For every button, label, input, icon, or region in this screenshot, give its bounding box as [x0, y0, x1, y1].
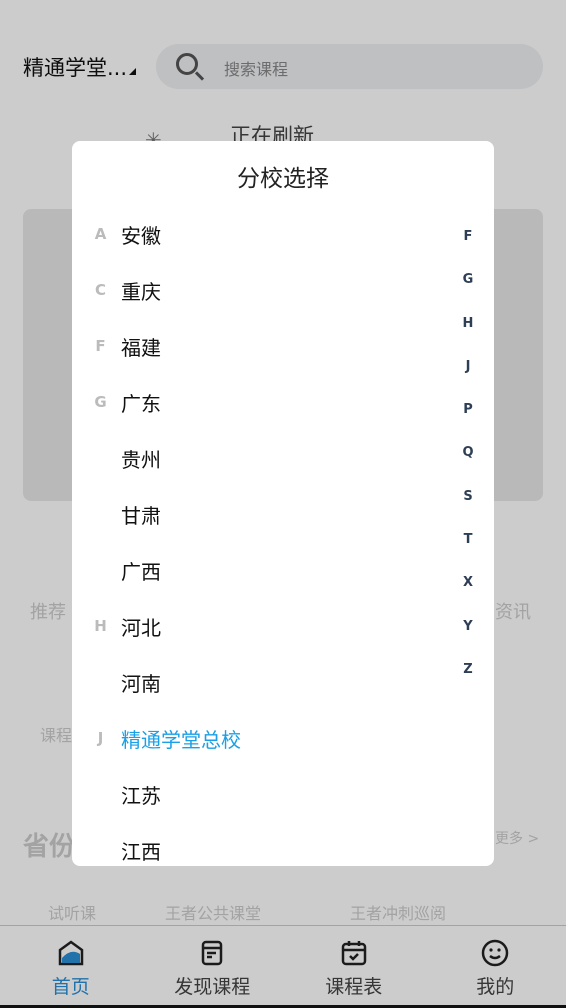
- branch-name: 福建: [121, 335, 161, 360]
- branch-name: 广东: [121, 391, 161, 416]
- index-letter[interactable]: T: [458, 532, 478, 575]
- branch-item[interactable]: G 广东: [72, 374, 432, 430]
- branch-item[interactable]: 江西: [72, 822, 432, 866]
- branch-list[interactable]: A 安徽 C 重庆 F 福建 G 广东贵州甘肃广西 H 河北河南 J 精通学堂总校 江苏江西: [72, 206, 432, 866]
- group-letter: C: [94, 281, 106, 299]
- dialog-title: 分校选择: [237, 166, 329, 192]
- index-letter[interactable]: P: [458, 402, 478, 445]
- branch-item[interactable]: C 重庆: [72, 262, 432, 318]
- group-letter: H: [94, 617, 107, 635]
- branch-name: 河南: [121, 671, 161, 696]
- index-letter[interactable]: J: [458, 359, 478, 402]
- branch-item[interactable]: 江苏: [72, 766, 432, 822]
- group-letter: G: [94, 393, 107, 411]
- index-letter[interactable]: S: [458, 489, 478, 532]
- index-letter[interactable]: Y: [458, 619, 478, 662]
- index-letter[interactable]: X: [458, 575, 478, 618]
- branch-name: 精通学堂总校: [121, 727, 241, 752]
- branch-name: 广西: [121, 559, 161, 584]
- branch-name: 江西: [121, 839, 161, 864]
- branch-name: 重庆: [121, 279, 161, 304]
- index-letter[interactable]: Z: [458, 662, 478, 705]
- alphabet-index[interactable]: FGHJPQSTXYZ: [458, 229, 478, 705]
- branch-name: 江苏: [121, 783, 161, 808]
- branch-item[interactable]: F 福建: [72, 318, 432, 374]
- branch-name: 河北: [121, 615, 161, 640]
- branch-select-dialog: 分校选择 A 安徽 C 重庆 F 福建 G 广东 贵州 甘肃 广西 H 河北 河南 J 精通学堂总校 江苏 江西 …: [72, 141, 494, 866]
- index-letter[interactable]: G: [458, 272, 478, 315]
- index-letter[interactable]: H: [458, 316, 478, 359]
- branch-item[interactable]: J 精通学堂总校: [72, 710, 432, 766]
- group-letter: J: [97, 729, 104, 747]
- branch-name: 贵州: [121, 447, 161, 472]
- branch-item[interactable]: 河南: [72, 654, 432, 710]
- branch-item[interactable]: 贵州: [72, 430, 432, 486]
- group-letter: F: [95, 337, 106, 355]
- branch-item[interactable]: 广西: [72, 542, 432, 598]
- group-letter: A: [94, 225, 107, 243]
- branch-name: 甘肃: [121, 503, 161, 528]
- branch-item[interactable]: 甘肃: [72, 486, 432, 542]
- index-letter[interactable]: Q: [458, 445, 478, 488]
- branch-item[interactable]: A 安徽: [72, 206, 432, 262]
- branch-name: 安徽: [121, 223, 161, 248]
- branch-item[interactable]: H 河北: [72, 598, 432, 654]
- index-letter[interactable]: F: [458, 229, 478, 272]
